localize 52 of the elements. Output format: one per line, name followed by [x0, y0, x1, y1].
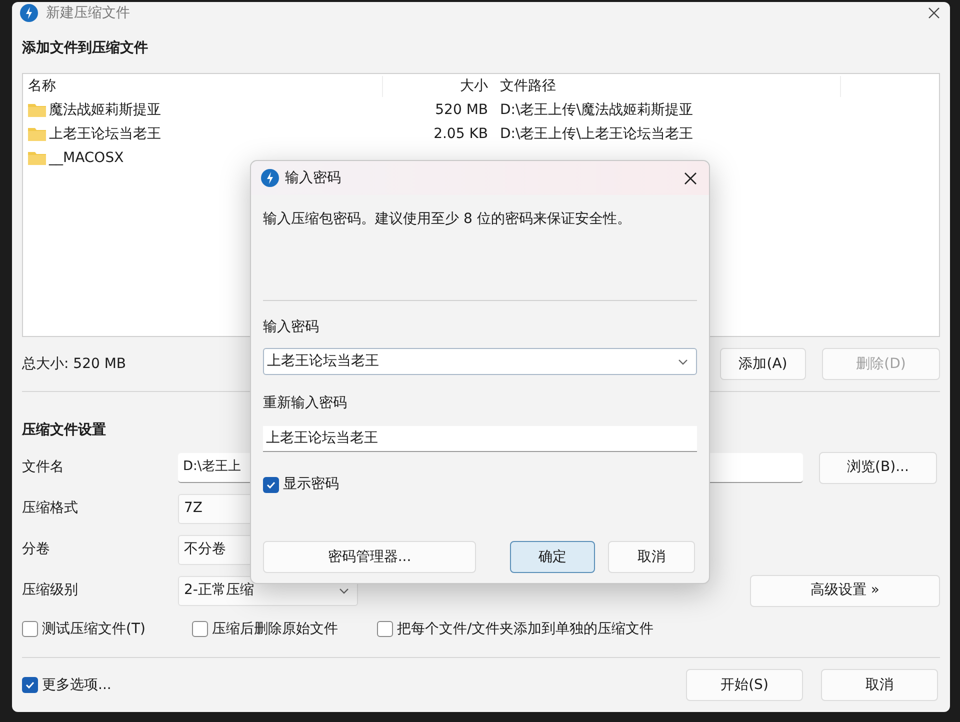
- file-name[interactable]: __MACOSX: [49, 148, 124, 168]
- field-label: 文件名: [22, 458, 65, 477]
- app-logo-icon: [261, 169, 279, 187]
- total-size: 总大小: 520 MB: [22, 354, 126, 374]
- check-mark-icon: [266, 480, 276, 490]
- section-heading: 添加文件到压缩文件: [22, 39, 149, 58]
- column-header[interactable]: 大小: [383, 76, 498, 96]
- file-path: D:\老王上传\魔法战姬莉斯提亚: [499, 100, 693, 120]
- footer-button[interactable]: 取消: [821, 669, 938, 701]
- folder-icon: [28, 127, 46, 141]
- section-heading: 压缩文件设置: [22, 421, 106, 440]
- checkbox[interactable]: [22, 677, 38, 693]
- browse-button[interactable]: 浏览(B)...: [819, 452, 937, 484]
- advanced-settings-button[interactable]: 高级设置 »: [750, 574, 940, 606]
- checkbox[interactable]: [192, 621, 208, 637]
- chevron-down-icon: [678, 358, 688, 364]
- footer-button[interactable]: 开始(S): [686, 669, 803, 701]
- column-header[interactable]: 文件路径: [498, 76, 841, 96]
- checkbox[interactable]: [377, 621, 393, 637]
- checkbox[interactable]: [22, 621, 38, 637]
- checkbox-label[interactable]: 更多选项...: [42, 674, 112, 696]
- dialog-button[interactable]: 密码管理器...: [263, 541, 476, 573]
- file-name[interactable]: 上老王论坛当老王: [49, 124, 161, 144]
- dialog-button[interactable]: 确定: [510, 541, 595, 573]
- folder-icon: [28, 151, 46, 165]
- close-icon[interactable]: [928, 7, 940, 19]
- password-field[interactable]: 上老王论坛当老王: [263, 348, 697, 375]
- close-icon[interactable]: [684, 172, 697, 184]
- field-label: 压缩级别: [22, 581, 79, 600]
- field-label: 压缩格式: [22, 499, 79, 518]
- checkbox[interactable]: [263, 476, 279, 492]
- dialog-message: 输入压缩包密码。建议使用至少 8 位的密码来保证安全性。: [263, 210, 632, 229]
- checkbox-label[interactable]: 显示密码: [283, 474, 339, 495]
- field-label: 重新输入密码: [263, 394, 348, 413]
- file-path: D:\老王上传\上老王论坛当老王: [499, 124, 693, 144]
- column-header[interactable]: 名称: [23, 76, 383, 96]
- field-label: 分卷: [22, 540, 51, 559]
- file-name[interactable]: 魔法战姬莉斯提亚: [49, 100, 161, 120]
- field-label: 输入密码: [263, 318, 320, 337]
- checkbox-label[interactable]: 压缩后删除原始文件: [212, 618, 338, 640]
- checkbox-label[interactable]: 把每个文件/文件夹添加到单独的压缩文件: [397, 618, 654, 640]
- list-action-button[interactable]: 添加(A): [720, 348, 806, 380]
- confirm-password-field[interactable]: 上老王论坛当老王: [263, 426, 697, 452]
- check-mark-icon: [25, 680, 35, 690]
- chevron-down-icon: [339, 588, 349, 594]
- window-title: 新建压缩文件: [46, 4, 130, 22]
- checkbox-label[interactable]: 测试压缩文件(T): [42, 618, 146, 640]
- file-size: 2.05 KB: [432, 124, 489, 144]
- dialog-button[interactable]: 取消: [608, 541, 695, 573]
- dialog-title: 输入密码: [285, 168, 341, 188]
- folder-icon: [28, 103, 46, 117]
- file-size: 520 MB: [434, 100, 489, 120]
